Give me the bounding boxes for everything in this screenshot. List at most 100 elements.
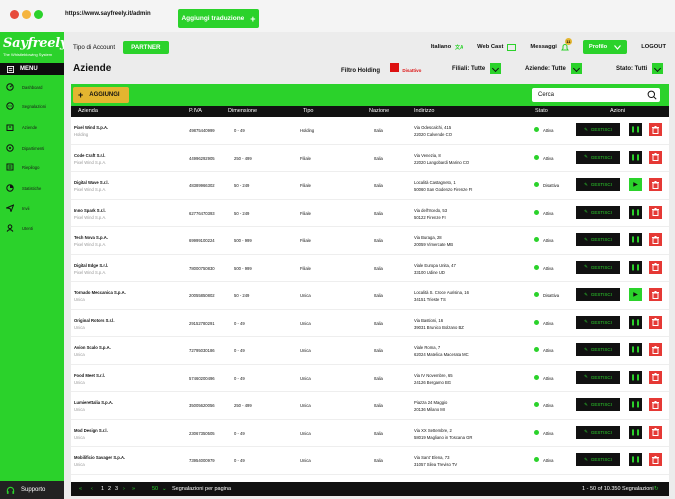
account-type-badge[interactable]: PARTNER — [123, 40, 169, 54]
column-header-azienda[interactable]: Azienda — [78, 108, 98, 114]
logout-button[interactable]: LOGOUT — [641, 44, 666, 50]
delete-button[interactable] — [649, 233, 662, 246]
delete-button[interactable] — [649, 398, 662, 411]
add-company-button[interactable]: + AGGIUNGI — [73, 87, 129, 103]
table-row[interactable]: Inno Spark S.r.l. Pixel Wind S.p.A. 627764… — [71, 200, 669, 227]
manage-button[interactable]: ✎ GESTISCI — [576, 233, 620, 246]
delete-button[interactable] — [649, 260, 662, 274]
messages-link[interactable]: Messaggi 11 — [530, 37, 572, 52]
pause-icon[interactable]: ❚❚ — [629, 150, 642, 164]
search-icon[interactable] — [647, 90, 657, 100]
minimize-window-icon[interactable] — [22, 10, 31, 19]
sidebar-item-statistiche[interactable]: Statistiche — [0, 178, 64, 198]
webcast-link[interactable]: Web Cast — [477, 43, 517, 51]
language-selector[interactable]: Italiano 文A — [431, 43, 463, 51]
delete-button[interactable] — [649, 315, 662, 329]
close-window-icon[interactable] — [10, 10, 19, 19]
delete-button[interactable] — [649, 150, 662, 164]
address-bar[interactable]: https://www.sayfreely.it/admin — [65, 11, 151, 17]
sidebar-item-dashboard[interactable]: Dashboard — [0, 77, 64, 97]
table-row[interactable]: Tech Nova S.p.A. Pixel Wind S.p.A. 6999910… — [71, 227, 669, 255]
manage-button[interactable]: ✎ GESTISCI — [576, 178, 620, 191]
maximize-window-icon[interactable] — [34, 10, 43, 19]
companies-dropdown-icon[interactable] — [570, 63, 582, 74]
first-page-icon[interactable]: « — [79, 486, 82, 492]
pause-icon[interactable]: ❚❚ — [629, 343, 642, 356]
manage-button[interactable]: ✎ GESTISCI — [576, 123, 620, 136]
table-row[interactable]: Digital Edge S.r.l. Pixel Wind S.p.A. 7800… — [71, 255, 669, 282]
delete-button[interactable] — [649, 178, 662, 191]
delete-button[interactable] — [649, 425, 662, 439]
subsidiaries-dropdown-icon[interactable] — [490, 63, 502, 74]
state-dropdown-icon[interactable] — [652, 63, 664, 74]
manage-button[interactable]: ✎ GESTISCI — [576, 370, 620, 384]
activate-icon[interactable]: ▶ — [629, 288, 642, 301]
next-page-icon[interactable]: › — [123, 486, 125, 492]
column-header-piva[interactable]: P.IVA — [189, 108, 202, 114]
holding-filter[interactable]: Filtro Holding Disattivo — [341, 63, 421, 74]
per-page-select[interactable]: 50 — [152, 486, 158, 492]
manage-button[interactable]: ✎ GESTISCI — [576, 150, 620, 164]
pause-icon[interactable]: ❚❚ — [629, 370, 642, 384]
pause-icon[interactable]: ❚❚ — [629, 453, 642, 466]
delete-button[interactable] — [649, 370, 662, 384]
pause-icon[interactable]: ❚❚ — [629, 260, 642, 274]
pause-icon[interactable]: ❚❚ — [629, 425, 642, 439]
refresh-icon[interactable]: ↻ — [654, 486, 659, 492]
sidebar-item-riepilogo[interactable]: Riepilogo — [0, 157, 64, 177]
delete-button[interactable] — [649, 288, 662, 301]
sidebar-item-dipartimenti[interactable]: Dipartimenti — [0, 138, 64, 158]
manage-button[interactable]: ✎ GESTISCI — [576, 398, 620, 411]
add-translation-button[interactable]: Aggiungi traduzione + — [178, 9, 259, 28]
table-row[interactable]: Lumierettalia S.p.A. Unica 35005620056 250 … — [71, 392, 669, 420]
sidebar-item-utenti[interactable]: Utenti — [0, 218, 64, 238]
last-page-icon[interactable]: » — [132, 486, 135, 492]
table-row[interactable]: Original Rotors S.r.l. Unica 29152780291 0 … — [71, 310, 669, 337]
pause-icon[interactable]: ❚❚ — [629, 123, 642, 136]
holding-toggle[interactable] — [389, 63, 399, 72]
table-row[interactable]: Tornado Meccanica S.p.A. Unica 20055850802… — [71, 282, 669, 310]
manage-button[interactable]: ✎ GESTISCI — [576, 315, 620, 329]
sidebar-item-aziende[interactable]: Aziende — [0, 117, 64, 137]
page-link[interactable]: 3 — [115, 486, 118, 492]
profile-button[interactable]: Profilo — [582, 40, 628, 54]
delete-button[interactable] — [649, 343, 662, 356]
support-button[interactable]: Supporto — [0, 481, 64, 499]
pause-icon[interactable]: ❚❚ — [629, 205, 642, 219]
search-input[interactable]: Cerca — [532, 88, 660, 102]
page-link[interactable]: 1 — [101, 486, 104, 492]
logo[interactable]: Sayfreely The Whistleblowing System — [3, 36, 67, 60]
table-row[interactable]: Food Meet S.r.l. Unica 57460200496 0 - 49 Un… — [71, 365, 669, 392]
column-header-stato[interactable]: Stato — [535, 108, 548, 114]
column-header-tipo[interactable]: Tipo — [303, 108, 314, 114]
table-row[interactable]: Mod Design S.r.l. Unica 23067350505 0 - 49 U… — [71, 420, 669, 447]
column-header-nazione[interactable]: Nazione — [369, 108, 389, 114]
manage-button[interactable]: ✎ GESTISCI — [576, 205, 620, 219]
manage-button[interactable]: ✎ GESTISCI — [576, 425, 620, 439]
manage-button[interactable]: ✎ GESTISCI — [576, 453, 620, 466]
manage-button[interactable]: ✎ GESTISCI — [576, 260, 620, 274]
subsidiaries-filter[interactable]: Filiali: Tutte — [452, 63, 502, 74]
column-header-dimensione[interactable]: Dimensione — [228, 108, 257, 114]
companies-filter[interactable]: Aziende: Tutte — [525, 63, 582, 74]
pause-icon[interactable]: ❚❚ — [629, 315, 642, 329]
delete-button[interactable] — [649, 205, 662, 219]
prev-page-icon[interactable]: ‹ — [91, 486, 93, 492]
page-link[interactable]: 2 — [108, 486, 111, 492]
column-header-indirizzo[interactable]: Indirizzo — [414, 108, 434, 114]
table-row[interactable]: Code Craft S.r.l. Pixel Wind S.p.A. 449962… — [71, 145, 669, 172]
pause-icon[interactable]: ❚❚ — [629, 233, 642, 246]
manage-button[interactable]: ✎ GESTISCI — [576, 288, 620, 301]
state-filter[interactable]: Stato: Tutti — [616, 63, 664, 74]
sidebar-item-segnalazioni[interactable]: Segnalazioni — [0, 96, 64, 116]
table-row[interactable]: Avion Scalo S.p.A. Unica 72795030186 0 - 49… — [71, 337, 669, 365]
delete-button[interactable] — [649, 123, 662, 136]
table-row[interactable]: Digital Wave S.r.l. Pixel Wind S.p.A. 4838… — [71, 172, 669, 200]
manage-button[interactable]: ✎ GESTISCI — [576, 343, 620, 356]
per-page-chevron-icon[interactable]: ⌄ — [162, 486, 167, 492]
table-row[interactable]: Mobilificio Savager S.p.A. Unica 739540009… — [71, 447, 669, 475]
activate-icon[interactable]: ▶ — [629, 178, 642, 191]
sidebar-item-invii[interactable]: Invii — [0, 198, 64, 218]
table-row[interactable]: Pixel Wind S.p.A. Holding 49875440999 0 - 4… — [71, 117, 669, 145]
delete-button[interactable] — [649, 453, 662, 466]
